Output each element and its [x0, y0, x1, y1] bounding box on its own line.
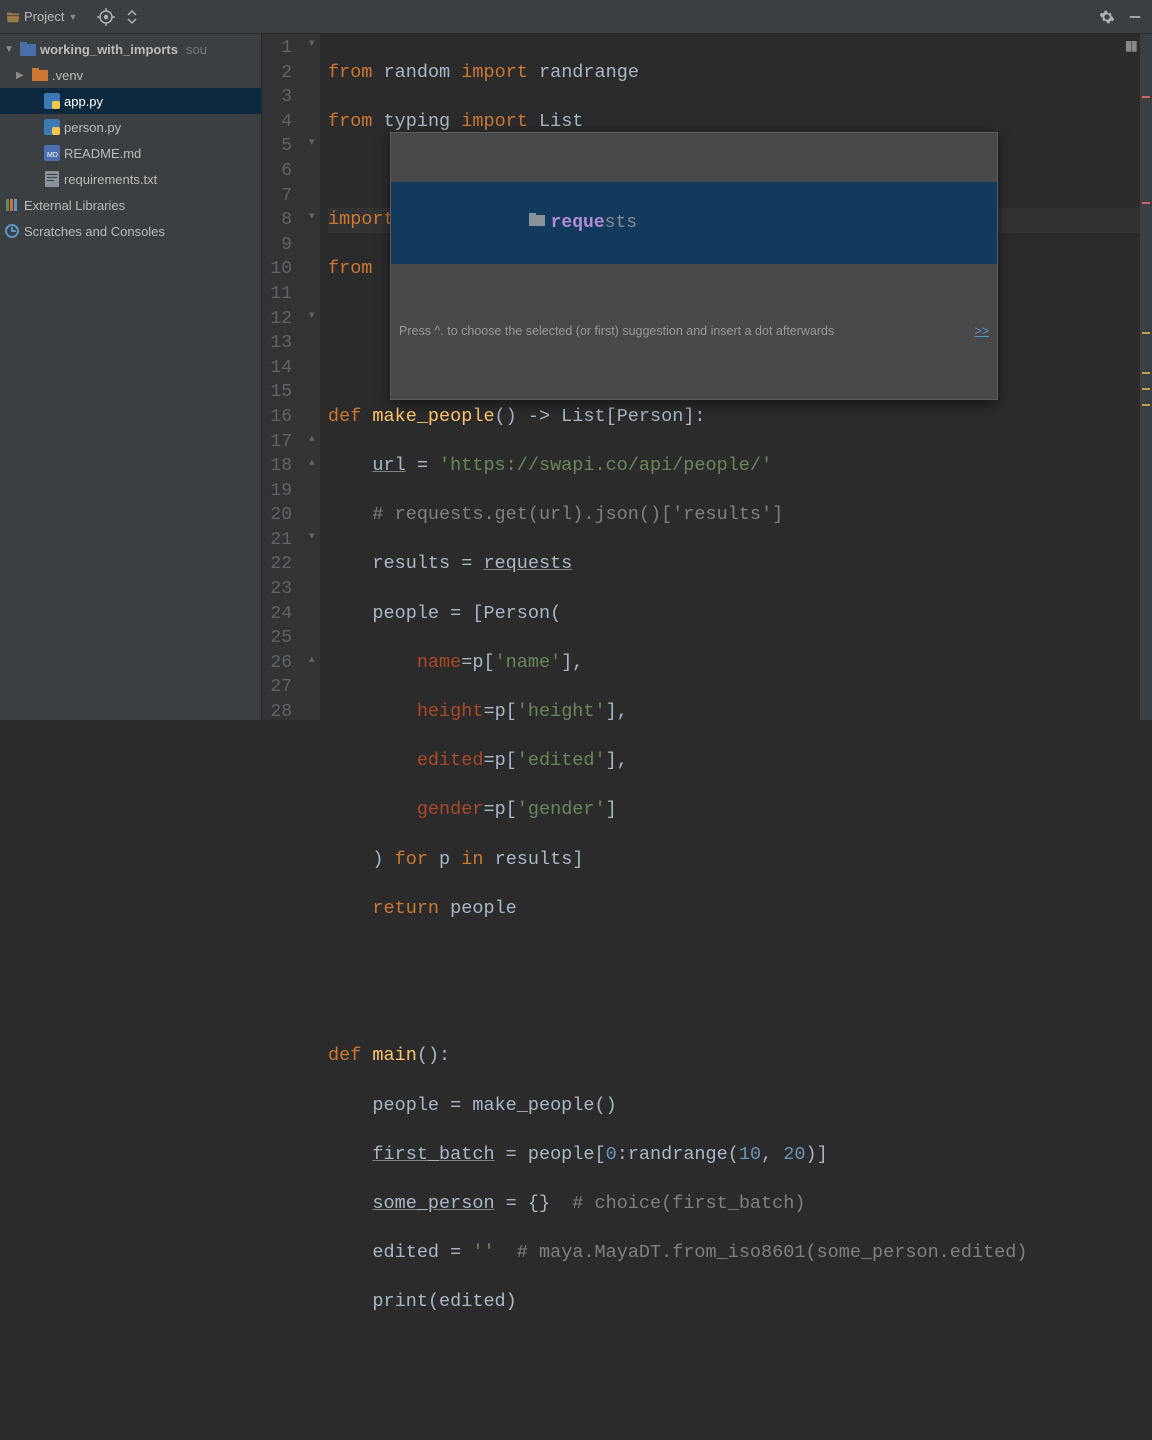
settings-icon[interactable]	[1096, 6, 1118, 28]
python-file-icon	[44, 119, 60, 135]
project-dropdown[interactable]: Project ▼	[6, 9, 77, 24]
error-stripe[interactable]	[1140, 34, 1152, 720]
fold-icon[interactable]	[309, 652, 315, 666]
markdown-file-icon: MD	[44, 145, 60, 161]
text-file-icon	[44, 171, 60, 187]
line-number: 23	[262, 577, 292, 602]
fold-icon[interactable]	[309, 135, 315, 149]
inspection-pause-icon[interactable]: ▮▮	[1125, 38, 1136, 55]
fold-gutter	[310, 34, 320, 720]
fold-icon[interactable]	[309, 308, 315, 322]
autocomplete-popup[interactable]: requests Press ^. to choose the selected…	[390, 132, 998, 400]
autocomplete-match: reque	[551, 213, 605, 233]
tree-external-libraries[interactable]: External Libraries	[0, 192, 261, 218]
error-marker[interactable]	[1142, 96, 1150, 98]
autocomplete-hint-text: Press ^. to choose the selected (or firs…	[399, 319, 834, 344]
line-number: 1	[262, 36, 292, 61]
warning-marker[interactable]	[1142, 372, 1150, 374]
svg-text:MD: MD	[47, 152, 58, 159]
line-number: 16	[262, 405, 292, 430]
line-number: 13	[262, 331, 292, 356]
line-number: 24	[262, 602, 292, 627]
autocomplete-hint: Press ^. to choose the selected (or firs…	[391, 313, 997, 350]
tree-item-label: README.md	[64, 146, 141, 161]
tree-file-app[interactable]: app.py	[0, 88, 261, 114]
line-number: 15	[262, 380, 292, 405]
error-marker[interactable]	[1142, 202, 1150, 204]
autocomplete-item[interactable]: requests	[391, 182, 997, 264]
line-number-gutter: 1 2 3 4 5 6 7 8 9 10 11 12 13 14 15 16 1…	[262, 34, 310, 720]
toolbar: Project ▼	[0, 0, 1152, 34]
chevron-down-icon: ▼	[68, 12, 77, 22]
line-number: 27	[262, 675, 292, 700]
line-number: 12	[262, 307, 292, 332]
line-number: 20	[262, 503, 292, 528]
module-folder-icon	[20, 41, 36, 57]
line-number: 3	[262, 85, 292, 110]
scratches-icon	[4, 223, 20, 239]
tree-file-reqs[interactable]: requirements.txt	[0, 166, 261, 192]
tree-item-label: .venv	[52, 68, 83, 83]
line-number: 25	[262, 626, 292, 651]
tree-disclosure-icon[interactable]: ▼	[4, 44, 16, 55]
line-number: 19	[262, 479, 292, 504]
tree-file-readme[interactable]: MD README.md	[0, 140, 261, 166]
library-icon	[4, 197, 20, 213]
tree-item-label: app.py	[64, 94, 103, 109]
warning-marker[interactable]	[1142, 404, 1150, 406]
line-number: 8	[262, 208, 292, 233]
tree-scratches[interactable]: Scratches and Consoles	[0, 218, 261, 244]
line-number: 6	[262, 159, 292, 184]
code-area[interactable]: from random import randrange from typing…	[320, 34, 1152, 720]
line-number: 26	[262, 651, 292, 676]
tree-root[interactable]: ▼ working_with_imports sou	[0, 36, 261, 62]
fold-icon[interactable]	[309, 209, 315, 223]
locate-icon[interactable]	[95, 6, 117, 28]
tree-item-label: Scratches and Consoles	[24, 224, 165, 239]
line-number: 18	[262, 454, 292, 479]
code-editor[interactable]: 1 2 3 4 5 6 7 8 9 10 11 12 13 14 15 16 1…	[262, 34, 1152, 720]
line-number: 10	[262, 257, 292, 282]
line-number: 2	[262, 61, 292, 86]
project-tree[interactable]: ▼ working_with_imports sou ▶ .venv app.p…	[0, 34, 262, 720]
tree-folder-venv[interactable]: ▶ .venv	[0, 62, 261, 88]
toolbar-label: Project	[24, 9, 64, 24]
autocomplete-rest: sts	[605, 213, 637, 233]
warning-marker[interactable]	[1142, 332, 1150, 334]
tree-disclosure-icon[interactable]: ▶	[16, 70, 28, 81]
autocomplete-more-link[interactable]: >>	[974, 319, 989, 344]
tree-file-person[interactable]: person.py	[0, 114, 261, 140]
fold-icon[interactable]	[309, 455, 315, 469]
line-number: 7	[262, 184, 292, 209]
line-number: 4	[262, 110, 292, 135]
warning-marker[interactable]	[1142, 388, 1150, 390]
tree-item-label: External Libraries	[24, 198, 125, 213]
line-number: 14	[262, 356, 292, 381]
tree-item-label: person.py	[64, 120, 121, 135]
package-icon	[399, 186, 545, 260]
line-number: 5	[262, 134, 292, 159]
line-number: 21	[262, 528, 292, 553]
tree-root-name: working_with_imports	[40, 42, 178, 57]
expand-all-icon[interactable]	[121, 6, 143, 28]
tree-root-hint: sou	[186, 42, 207, 57]
folder-open-icon	[6, 10, 20, 24]
hide-icon[interactable]	[1124, 6, 1146, 28]
line-number: 11	[262, 282, 292, 307]
fold-icon[interactable]	[309, 529, 315, 543]
fold-icon[interactable]	[309, 36, 315, 50]
line-number: 9	[262, 233, 292, 258]
python-file-icon	[44, 93, 60, 109]
line-number: 28	[262, 700, 292, 725]
line-number: 22	[262, 552, 292, 577]
folder-icon	[32, 67, 48, 83]
line-number: 17	[262, 430, 292, 455]
tree-item-label: requirements.txt	[64, 172, 157, 187]
fold-icon[interactable]	[309, 431, 315, 445]
